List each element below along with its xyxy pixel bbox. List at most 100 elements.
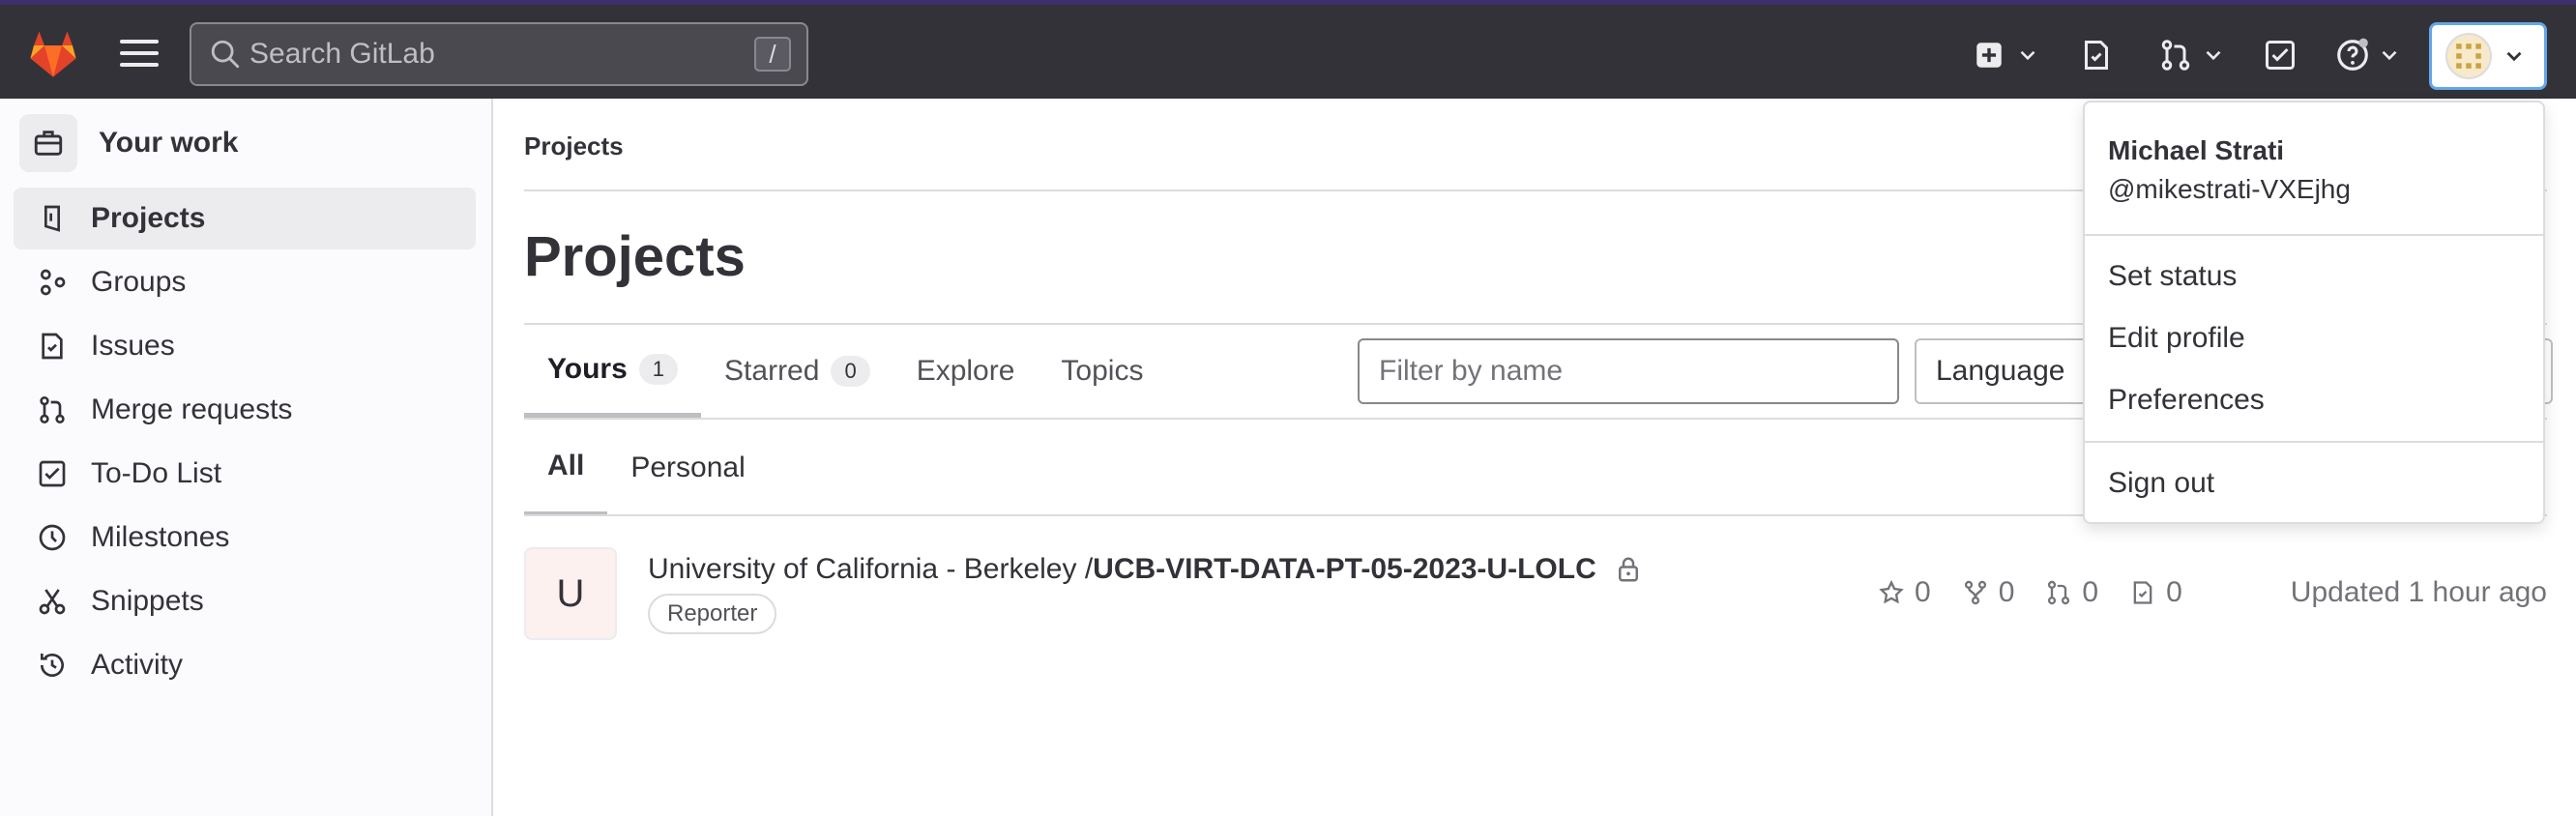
tab-count: 1 bbox=[638, 353, 679, 385]
issues-icon bbox=[42, 333, 63, 360]
sidebar-item-merge-requests[interactable]: Merge requests bbox=[14, 379, 476, 441]
tab-label: Yours bbox=[547, 352, 628, 385]
tab-all[interactable]: All bbox=[524, 420, 608, 516]
star-icon bbox=[1879, 579, 1904, 604]
fork-icon bbox=[1964, 580, 1986, 605]
chevron-down-icon bbox=[2506, 51, 2522, 62]
project-stats: 0 0 0 0 bbox=[1878, 576, 2213, 609]
tab-topics[interactable]: Topics bbox=[1038, 325, 1166, 418]
breadcrumb[interactable]: Projects bbox=[524, 131, 624, 161]
language-label: Language bbox=[1936, 355, 2065, 387]
tab-label: Explore bbox=[916, 355, 1015, 387]
forks-count: 0 bbox=[1998, 576, 2015, 608]
sidebar-item-label: To-Do List bbox=[91, 457, 222, 489]
page-title: Projects bbox=[524, 225, 746, 288]
user-profile-link[interactable]: Michael Strati @mikestrati-VXEjhg bbox=[2085, 102, 2543, 236]
preferences-item[interactable]: Preferences bbox=[2085, 369, 2543, 431]
sidebar-item-projects[interactable]: Projects bbox=[14, 188, 476, 249]
gitlab-logo-icon[interactable] bbox=[25, 26, 81, 82]
project-name: UCB-VIRT-DATA-PT-05-2023-U-LOLC bbox=[1093, 553, 1596, 585]
history-icon bbox=[41, 654, 64, 677]
merge-request-icon bbox=[2161, 40, 2190, 71]
issues-count: 0 bbox=[2166, 576, 2182, 608]
todo-icon bbox=[2266, 41, 2295, 70]
stars-count: 0 bbox=[1915, 576, 1931, 608]
sidebar-nav: Projects Groups Issues Merge requests To… bbox=[14, 188, 476, 698]
search-shortcut-key: / bbox=[754, 37, 791, 72]
merge-requests-count: 0 bbox=[2082, 576, 2099, 608]
tab-label: Topics bbox=[1061, 355, 1144, 387]
scope-tabs: All Personal bbox=[524, 420, 769, 516]
updated-time: Updated 1 hour ago bbox=[2290, 576, 2547, 608]
tab-label: All bbox=[547, 449, 585, 481]
sidebar-item-label: Merge requests bbox=[91, 393, 293, 425]
user-menu-dropdown: Michael Strati @mikestrati-VXEjhg Set st… bbox=[2083, 101, 2545, 524]
chevron-down-icon bbox=[2020, 50, 2035, 61]
tab-yours[interactable]: Yours 1 bbox=[524, 325, 702, 418]
edit-profile-item[interactable]: Edit profile bbox=[2085, 307, 2543, 369]
role-badge: Reporter bbox=[648, 594, 777, 634]
sidebar-toggle-icon[interactable] bbox=[120, 40, 159, 69]
issues-stat[interactable]: 0 bbox=[2129, 576, 2182, 609]
sidebar-item-milestones[interactable]: Milestones bbox=[14, 507, 476, 568]
project-icon bbox=[44, 205, 60, 232]
sidebar-item-groups[interactable]: Groups bbox=[14, 251, 476, 313]
user-handle: @mikestrati-VXEjhg bbox=[2108, 174, 2351, 204]
sidebar-item-label: Snippets bbox=[91, 585, 204, 617]
sidebar-item-activity[interactable]: Activity bbox=[14, 634, 476, 696]
context-switcher[interactable]: Your work bbox=[19, 112, 238, 174]
snippet-icon bbox=[39, 589, 66, 615]
sidebar-item-label: Activity bbox=[91, 649, 184, 681]
create-new-button[interactable] bbox=[1973, 30, 2040, 80]
todo-icon bbox=[39, 460, 66, 487]
search-icon bbox=[211, 40, 240, 69]
menu-group: Set status Edit profile Preferences bbox=[2085, 236, 2543, 443]
help-button[interactable] bbox=[2334, 30, 2402, 80]
sidebar-item-issues[interactable]: Issues bbox=[14, 315, 476, 377]
project-namespace: University of California - Berkeley / bbox=[648, 553, 1094, 585]
sidebar-item-todo-list[interactable]: To-Do List bbox=[14, 443, 476, 505]
chevron-down-icon bbox=[2206, 50, 2221, 61]
sign-out-item[interactable]: Sign out bbox=[2085, 452, 2543, 514]
sidebar-item-label: Milestones bbox=[91, 521, 230, 553]
avatar bbox=[2445, 33, 2492, 79]
set-status-item[interactable]: Set status bbox=[2085, 246, 2543, 307]
top-bar: / bbox=[0, 0, 2576, 99]
tab-personal[interactable]: Personal bbox=[607, 420, 768, 516]
merge-requests-stat[interactable]: 0 bbox=[2045, 576, 2098, 609]
milestone-icon bbox=[39, 524, 66, 551]
user-name: Michael Strati bbox=[2108, 135, 2285, 165]
search-box[interactable]: / bbox=[190, 22, 808, 86]
sidebar-item-snippets[interactable]: Snippets bbox=[14, 570, 476, 632]
briefcase-icon bbox=[19, 114, 77, 172]
project-avatar[interactable]: U bbox=[524, 547, 617, 640]
project-tabs: Yours 1 Starred 0 Explore Topics bbox=[524, 325, 1166, 418]
stars-stat[interactable]: 0 bbox=[1878, 576, 1931, 609]
todo-button[interactable] bbox=[2263, 30, 2298, 80]
lock-icon bbox=[1618, 557, 1638, 582]
merge-request-icon bbox=[2048, 580, 2070, 605]
tab-label: Personal bbox=[630, 452, 746, 483]
sidebar: Your work Projects Groups Issues Merge r… bbox=[0, 99, 493, 816]
context-label: Your work bbox=[99, 127, 239, 159]
issues-icon bbox=[2085, 41, 2108, 70]
tab-starred[interactable]: Starred 0 bbox=[701, 325, 893, 418]
help-icon bbox=[2337, 38, 2368, 71]
sidebar-item-label: Groups bbox=[91, 266, 187, 298]
issues-button[interactable] bbox=[2079, 30, 2114, 80]
tab-explore[interactable]: Explore bbox=[893, 325, 1039, 418]
merge-request-icon bbox=[40, 396, 65, 423]
menu-group: Sign out bbox=[2085, 452, 2543, 514]
forks-stat[interactable]: 0 bbox=[1962, 576, 2015, 609]
merge-requests-button[interactable] bbox=[2158, 30, 2226, 80]
project-link[interactable]: University of California - Berkeley / UC… bbox=[648, 553, 1643, 586]
tab-label: Starred bbox=[724, 355, 820, 387]
plus-square-icon bbox=[1976, 43, 2002, 68]
filter-by-name-input[interactable] bbox=[1358, 338, 1899, 404]
search-input[interactable] bbox=[249, 38, 733, 71]
sidebar-item-label: Projects bbox=[91, 202, 206, 234]
chevron-down-icon bbox=[2382, 50, 2397, 61]
tab-count: 0 bbox=[831, 356, 870, 387]
user-menu-button[interactable] bbox=[2429, 22, 2547, 90]
group-icon bbox=[40, 269, 66, 296]
